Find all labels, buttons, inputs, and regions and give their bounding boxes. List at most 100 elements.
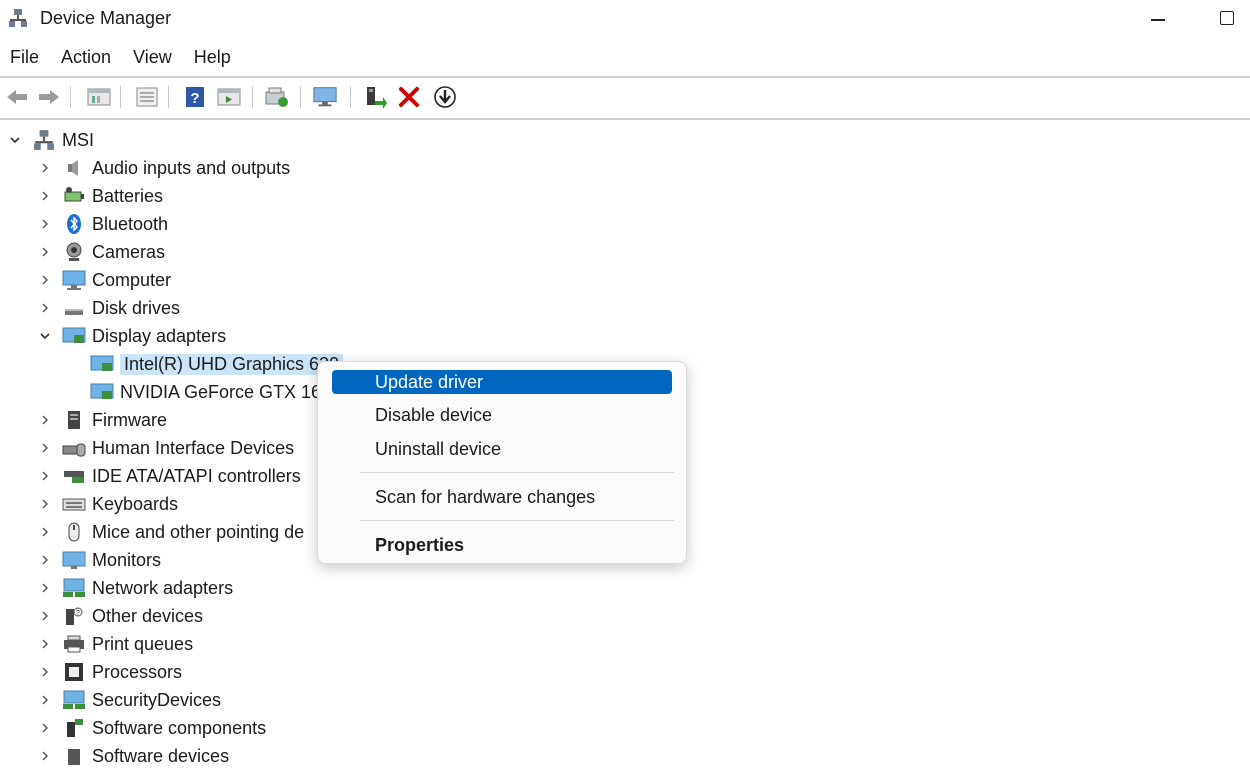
tree-item-label: Monitors [92,549,162,570]
tree-item-ide[interactable]: IDE ATA/ATAPI controllers [38,462,301,490]
download-icon [434,86,456,108]
tree-item-firmware[interactable]: Firmware [38,406,167,434]
chevron-right-icon[interactable] [38,581,52,595]
tree-child-intel-graphics[interactable]: Intel(R) UHD Graphics 630 [90,350,344,378]
maximize-button[interactable] [1204,2,1250,34]
menu-action[interactable]: Action [50,44,122,74]
tree-item-security-devices[interactable]: SecurityDevices [38,686,221,714]
hid-icon [62,437,86,459]
list-view-button[interactable] [134,84,160,110]
menu-update-driver[interactable]: Update driver [332,370,672,394]
menu-item-label: Scan for hardware changes [375,487,596,507]
run-button[interactable] [216,84,242,110]
network-icon [62,577,86,599]
chevron-right-icon[interactable] [38,413,52,427]
tree-item-display-adapters[interactable]: Display adapters [38,322,226,350]
menu-file[interactable]: File [0,44,50,74]
minimize-button[interactable] [1135,2,1181,34]
tree-item-processors[interactable]: Processors [38,658,182,686]
menu-disable-device[interactable]: Disable device [332,403,672,427]
download-button[interactable] [432,84,458,110]
chevron-down-icon[interactable] [8,133,22,147]
tree-item-mice[interactable]: Mice and other pointing de [38,518,304,546]
tree-item-bluetooth[interactable]: Bluetooth [38,210,168,238]
chevron-right-icon[interactable] [38,609,52,623]
monitor-button[interactable] [312,84,338,110]
chevron-right-icon[interactable] [38,161,52,175]
menu-help[interactable]: Help [183,44,242,74]
tree-item-keyboards[interactable]: Keyboards [38,490,178,518]
chevron-right-icon[interactable] [38,693,52,707]
speaker-icon [62,157,86,179]
scan-button[interactable] [264,84,290,110]
chevron-right-icon[interactable] [38,497,52,511]
computer-icon [62,269,86,291]
menu-separator [360,520,674,521]
tree-item-label: Keyboards [92,493,179,514]
help-button[interactable]: ? [182,84,208,110]
tree-child-nvidia-geforce[interactable]: NVIDIA GeForce GTX 16 [90,378,321,406]
tree-item-label: SecurityDevices [92,689,222,710]
uninstall-button[interactable] [396,84,422,110]
tree-item-hid[interactable]: Human Interface Devices [38,434,294,462]
add-driver-button[interactable] [362,84,388,110]
tree-item-label: Cameras [92,241,166,262]
mouse-icon [62,521,86,543]
menu-divider [0,76,1250,78]
chevron-right-icon[interactable] [38,525,52,539]
menu-uninstall-device[interactable]: Uninstall device [332,437,672,461]
tree-item-disk-drives[interactable]: Disk drives [38,294,180,322]
tree-item-batteries[interactable]: Batteries [38,182,163,210]
chevron-right-icon[interactable] [38,553,52,567]
tree-item-software-devices[interactable]: Software devices [38,742,229,770]
chevron-right-icon[interactable] [38,665,52,679]
tree-item-label: Mice and other pointing de [92,521,305,542]
properties-grid-button[interactable] [86,84,112,110]
back-button[interactable] [4,84,30,110]
svg-text:?: ? [190,90,199,107]
tree-root-msi[interactable]: MSI [8,126,94,154]
tree-item-computer[interactable]: Computer [38,266,171,294]
display-adapter-icon [90,353,114,375]
chevron-right-icon[interactable] [38,273,52,287]
scan-icon [265,87,288,107]
uninstall-icon [399,87,419,107]
device-manager-icon [9,9,27,27]
tree-item-network[interactable]: Network adapters [38,574,233,602]
chevron-right-icon[interactable] [38,749,52,763]
forward-button[interactable] [36,84,62,110]
chevron-right-icon[interactable] [38,217,52,231]
monitor-icon [313,87,337,107]
add-driver-icon [367,87,387,109]
display-adapter-icon [62,325,86,347]
menu-scan-hardware[interactable]: Scan for hardware changes [332,485,672,509]
chevron-right-icon[interactable] [38,441,52,455]
toolbar: ? [0,80,1250,112]
toolbar-divider [350,86,351,108]
chevron-right-icon[interactable] [38,245,52,259]
forward-icon [39,90,59,104]
tree-item-software-components[interactable]: Software components [38,714,266,742]
chevron-down-icon[interactable] [38,329,52,343]
toolbar-divider [70,86,71,108]
tree-item-monitors[interactable]: Monitors [38,546,161,574]
tree-item-cameras[interactable]: Cameras [38,238,165,266]
chevron-right-icon[interactable] [38,721,52,735]
list-view-icon [136,87,158,107]
tree-item-print-queues[interactable]: Print queues [38,630,193,658]
chevron-right-icon[interactable] [38,189,52,203]
chevron-right-icon[interactable] [38,301,52,315]
menu-properties[interactable]: Properties [332,533,672,557]
battery-icon [62,185,86,207]
chevron-right-icon[interactable] [38,469,52,483]
menu-view[interactable]: View [122,44,183,74]
tree-item-label: Human Interface Devices [92,437,295,458]
tree-item-other-devices[interactable]: ? Other devices [38,602,203,630]
ide-icon [62,465,86,487]
toolbar-divider [120,86,121,108]
tree-item-label: Firmware [92,409,167,430]
help-icon: ? [186,87,204,107]
tree-item-audio[interactable]: Audio inputs and outputs [38,154,290,182]
chevron-right-icon[interactable] [38,637,52,651]
tree-item-label: Software components [92,717,267,738]
